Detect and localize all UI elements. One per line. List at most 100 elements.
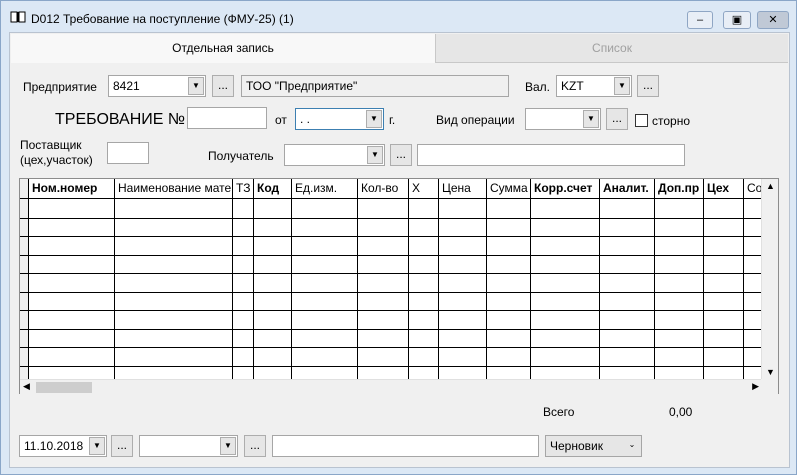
footer-text-field[interactable]	[272, 435, 539, 457]
chevron-down-icon[interactable]: ▼	[366, 110, 382, 128]
maximize-button[interactable]: ▣	[723, 11, 751, 29]
close-button[interactable]: ✕	[757, 11, 789, 29]
scrollbar-corner	[761, 379, 778, 394]
column-header[interactable]: ТЗ	[233, 179, 254, 199]
column-divider	[530, 199, 531, 379]
column-divider	[486, 199, 487, 379]
enterprise-code-combo[interactable]: 8421 ▼	[108, 75, 206, 97]
status-value: Черновик	[550, 439, 603, 453]
total-label: Всего	[543, 405, 575, 419]
operation-lookup-button[interactable]: ...	[606, 108, 628, 130]
column-header[interactable]: Кол-во	[358, 179, 409, 199]
window-title: D012 Требование на поступление (ФМУ-25) …	[31, 12, 294, 26]
date-combo[interactable]: . . ▼	[295, 108, 384, 130]
recipient-name-field[interactable]	[417, 144, 685, 166]
supplier-input[interactable]	[107, 142, 149, 164]
table-row	[20, 254, 762, 256]
column-divider	[291, 199, 292, 379]
tab-single-record[interactable]: Отдельная запись	[11, 34, 435, 63]
enterprise-lookup-button[interactable]: ...	[212, 75, 234, 97]
table-row	[20, 347, 762, 348]
chevron-down-icon[interactable]: ▼	[188, 77, 204, 95]
tab-list[interactable]: Список	[435, 34, 788, 63]
chevron-down-icon[interactable]: ▼	[220, 437, 236, 455]
column-header[interactable]: Аналит.	[600, 179, 655, 199]
enterprise-code-value: 8421	[113, 79, 140, 93]
recipient-combo[interactable]: ▼	[284, 144, 385, 166]
column-divider	[408, 199, 409, 379]
requirement-number-input[interactable]	[187, 107, 267, 129]
footer-date-combo[interactable]: 11.10.2018 ▼	[19, 435, 107, 457]
footer-lookup-button-2[interactable]: ...	[244, 435, 266, 457]
table-row	[20, 310, 762, 311]
scroll-down-icon[interactable]: ▼	[762, 367, 779, 377]
row-selector-column[interactable]	[20, 179, 29, 379]
recipient-label: Получатель	[208, 149, 274, 163]
status-combo[interactable]: Черновик ⌄	[545, 435, 642, 457]
currency-value: KZT	[561, 79, 584, 93]
supplier-label-line1: Поставщик	[20, 138, 82, 152]
supplier-label-line2: (цех,участок)	[20, 153, 93, 167]
enterprise-label: Предприятие	[23, 80, 97, 94]
table-row	[20, 273, 762, 274]
column-divider	[703, 199, 704, 379]
column-divider	[654, 199, 655, 379]
column-header[interactable]: Доп.пр	[655, 179, 704, 199]
scroll-left-icon[interactable]: ◀	[23, 381, 30, 392]
footer-lookup-button-1[interactable]: ...	[111, 435, 133, 457]
minimize-button[interactable]: –	[687, 11, 713, 29]
table-row	[20, 291, 762, 293]
footer-combo-2[interactable]: ▼	[139, 435, 238, 457]
operation-label: Вид операции	[436, 113, 515, 127]
chevron-down-icon[interactable]: ⌄	[624, 437, 640, 455]
client-area: Отдельная запись Список Предприятие 8421…	[9, 32, 790, 468]
main-window: D012 Требование на поступление (ФМУ-25) …	[0, 0, 797, 475]
chevron-down-icon[interactable]: ▼	[583, 110, 599, 128]
table-row	[20, 236, 762, 237]
chevron-down-icon[interactable]: ▼	[614, 77, 630, 95]
column-header[interactable]: Наименование мате	[115, 179, 233, 199]
horizontal-scrollbar[interactable]: ◀ ▶	[20, 379, 762, 394]
column-header[interactable]: Код	[254, 179, 292, 199]
from-label: от	[275, 113, 287, 127]
column-header[interactable]: Цена	[439, 179, 487, 199]
column-divider	[232, 199, 233, 379]
column-divider	[438, 199, 439, 379]
book-icon	[10, 11, 26, 23]
storno-checkbox[interactable]	[635, 114, 648, 127]
vertical-scrollbar[interactable]: ▲ ▼	[761, 179, 778, 379]
chevron-down-icon[interactable]: ▼	[367, 146, 383, 164]
column-divider	[357, 199, 358, 379]
scroll-right-icon[interactable]: ▶	[752, 381, 759, 392]
chevron-down-icon[interactable]: ▼	[89, 437, 105, 455]
table-row	[20, 328, 762, 330]
column-header[interactable]: Ед.изм.	[292, 179, 358, 199]
date-value: . .	[300, 112, 311, 126]
scroll-up-icon[interactable]: ▲	[762, 181, 779, 191]
column-divider	[743, 199, 744, 379]
table-row	[20, 217, 762, 219]
storno-label: сторно	[652, 114, 691, 128]
year-suffix: г.	[389, 113, 396, 127]
currency-label: Вал.	[525, 80, 551, 94]
requirement-label: ТРЕБОВАНИЕ №	[55, 111, 186, 128]
column-divider	[599, 199, 600, 379]
table-header: Ном.номер Наименование мате ТЗ Код Ед.изм. Ко…	[20, 179, 771, 199]
currency-combo[interactable]: KZT ▼	[556, 75, 632, 97]
table-row	[20, 365, 762, 367]
currency-lookup-button[interactable]: ...	[637, 75, 659, 97]
column-header[interactable]: Сумма	[487, 179, 531, 199]
horizontal-scroll-thumb[interactable]	[36, 382, 92, 393]
column-header[interactable]: Корр.счет	[531, 179, 600, 199]
column-header[interactable]: Цех	[704, 179, 744, 199]
total-value: 0,00	[669, 405, 693, 419]
column-divider	[114, 199, 115, 379]
column-header[interactable]: Ном.номер	[29, 179, 115, 199]
enterprise-name-field: ТОО "Предприятие"	[241, 75, 509, 97]
column-divider	[253, 199, 254, 379]
footer-date-value: 11.10.2018	[24, 439, 84, 453]
column-header[interactable]: Х	[409, 179, 439, 199]
operation-combo[interactable]: ▼	[525, 108, 601, 130]
items-table[interactable]: Ном.номер Наименование мате ТЗ Код Ед.изм. Ко…	[19, 178, 779, 394]
recipient-lookup-button[interactable]: ...	[390, 144, 412, 166]
